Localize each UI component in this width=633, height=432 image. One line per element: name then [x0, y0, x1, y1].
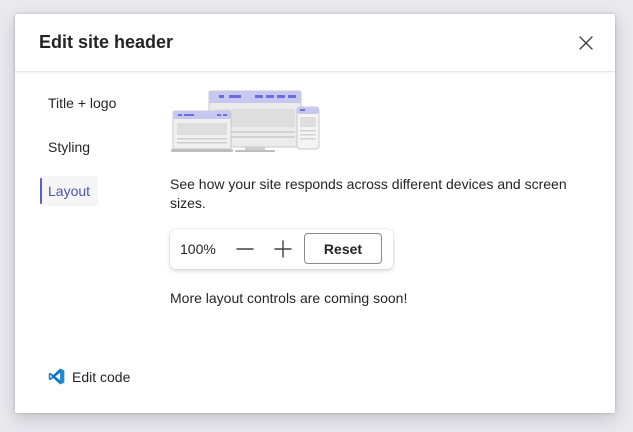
zoom-out-button[interactable]: [235, 239, 255, 259]
nav-item-label: Layout: [48, 183, 91, 199]
dialog-title: Edit site header: [39, 32, 174, 52]
reset-button[interactable]: Reset: [304, 233, 382, 264]
dialog-header: Edit site header: [15, 14, 615, 72]
vscode-icon: [48, 368, 65, 385]
nav-item-title-logo[interactable]: Title + logo: [40, 88, 140, 118]
responsive-devices-illustration: [171, 89, 323, 157]
nav-item-label: Styling: [48, 139, 91, 155]
zoom-level: 100%: [180, 241, 216, 257]
zoom-toolbar: 100% Reset: [170, 229, 393, 269]
nav-item-label: Title + logo: [48, 95, 117, 111]
layout-description: See how your site responds across differ…: [170, 176, 567, 211]
minus-icon: [236, 248, 254, 250]
settings-nav: Title + logo Styling Layout: [40, 88, 140, 220]
close-button[interactable]: [577, 34, 595, 52]
close-icon: [579, 36, 593, 50]
edit-code-label: Edit code: [72, 369, 131, 385]
edit-site-header-dialog: Edit site header Title + logo Styling La…: [15, 14, 615, 413]
nav-item-styling[interactable]: Styling: [40, 132, 140, 162]
plus-icon: [274, 240, 292, 258]
coming-soon-text: More layout controls are coming soon!: [170, 290, 408, 306]
nav-item-layout[interactable]: Layout: [40, 176, 98, 206]
zoom-in-button[interactable]: [273, 239, 293, 259]
